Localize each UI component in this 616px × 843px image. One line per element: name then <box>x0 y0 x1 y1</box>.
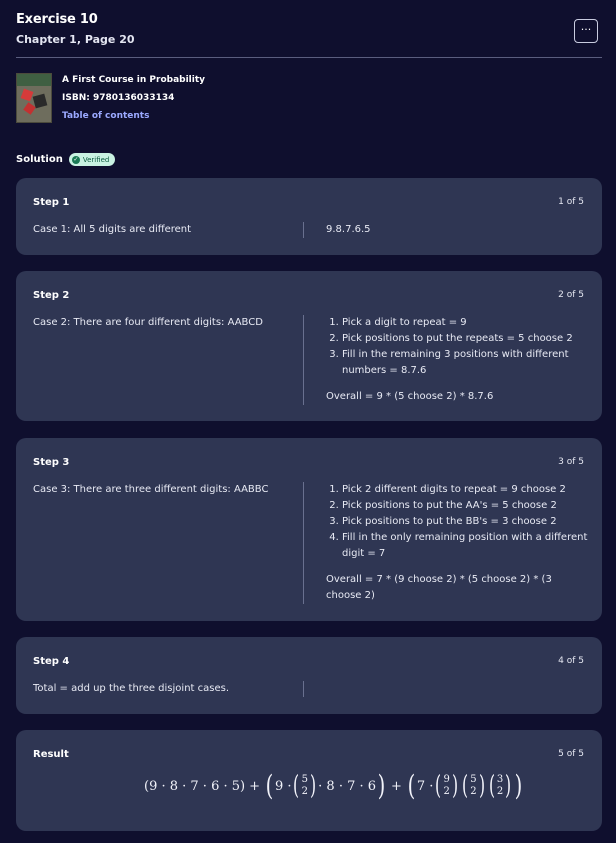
list-item: Fill in the only remaining position with… <box>342 530 588 562</box>
list-item: Fill in the remaining 3 positions with d… <box>342 347 588 379</box>
header-divider <box>16 57 602 58</box>
step-explanation: Pick 2 different digits to repeat = 9 ch… <box>326 482 588 604</box>
step-label: Step 2 <box>33 290 70 301</box>
step-counter: 4 of 5 <box>558 656 584 666</box>
binomial-9-2: ( 9 2 ) <box>435 771 459 801</box>
verified-badge: ✓ Verified <box>68 153 116 166</box>
step-counter: 1 of 5 <box>558 197 584 207</box>
step-counter: 3 of 5 <box>558 457 584 467</box>
solution-label: Solution <box>16 154 63 165</box>
step-list: Pick 2 different digits to repeat = 9 ch… <box>326 482 588 562</box>
list-item: Pick positions to put the AA's = 5 choos… <box>342 498 588 514</box>
column-divider <box>303 482 304 604</box>
result-label: Result <box>33 749 69 760</box>
step-card-4: Step 4 4 of 5 Total = add up the three d… <box>16 637 602 714</box>
page-subtitle: Chapter 1, Page 20 <box>16 33 135 46</box>
step-counter: 2 of 5 <box>558 290 584 300</box>
plus-sign: + <box>249 778 260 794</box>
binomial-5-2: ( 5 2 ) <box>462 771 485 801</box>
book-info-block: A First Course in Probability ISBN: 9780… <box>16 73 205 123</box>
step-card-2: Step 2 2 of 5 Case 2: There are four dif… <box>16 271 602 421</box>
verified-label: Verified <box>82 155 110 164</box>
step-card-3: Step 3 3 of 5 Case 3: There are three di… <box>16 438 602 621</box>
binom-top: 5 <box>470 774 477 785</box>
step-label: Step 1 <box>33 197 70 208</box>
exercise-header: Exercise 10 Chapter 1, Page 20 ··· <box>16 12 598 46</box>
binomial-5-2: ( 5 2 ) <box>293 771 317 801</box>
step-explanation: Pick a digit to repeat = 9 Pick position… <box>326 315 588 405</box>
result-card: Result 5 of 5 (9 · 8 · 7 · 6 · 5) + ( 9 … <box>16 730 602 831</box>
binom-bottom: 2 <box>470 786 477 797</box>
step-label: Step 3 <box>33 457 70 468</box>
book-cover-image[interactable] <box>16 73 52 123</box>
formula-term-2-prefix: 9 · <box>274 778 292 794</box>
step-description: Case 2: There are four different digits:… <box>33 317 263 328</box>
list-item: Pick a digit to repeat = 9 <box>342 315 588 331</box>
check-icon: ✓ <box>71 155 80 164</box>
binom-top: 9 <box>443 774 450 785</box>
result-counter: 5 of 5 <box>558 749 584 759</box>
formula-term-2-suffix: · 8 · 7 · 6 <box>318 778 377 794</box>
binom-bottom: 2 <box>496 786 504 797</box>
left-paren: ( <box>407 769 416 802</box>
formula-term-3-prefix: 7 · <box>416 778 434 794</box>
more-options-button[interactable]: ··· <box>574 19 598 43</box>
step-list: Pick a digit to repeat = 9 Pick position… <box>326 315 588 379</box>
right-paren: ) <box>515 769 523 802</box>
left-paren: ( <box>265 769 274 802</box>
step-description: Case 1: All 5 digits are different <box>33 224 192 235</box>
page-title: Exercise 10 <box>16 12 98 27</box>
book-isbn: ISBN: 9780136033134 <box>62 93 175 103</box>
solution-heading: Solution ✓ Verified <box>16 153 116 166</box>
result-formula: (9 · 8 · 7 · 6 · 5) + ( 9 · ( 5 2 ) · 8 … <box>144 772 524 800</box>
list-item: Pick 2 different digits to repeat = 9 ch… <box>342 482 588 498</box>
column-divider <box>303 681 304 697</box>
list-item: Pick positions to put the BB's = 3 choos… <box>342 514 588 530</box>
step-overall: Overall = 9 * (5 choose 2) * 8.7.6 <box>326 391 494 402</box>
right-paren: ) <box>377 769 386 802</box>
binom-bottom: 2 <box>443 786 450 797</box>
formula-term-1: (9 · 8 · 7 · 6 · 5) <box>144 778 246 794</box>
binom-top: 3 <box>496 774 504 785</box>
step-overall: Overall = 7 * (9 choose 2) * (5 choose 2… <box>326 574 552 601</box>
step-label: Step 4 <box>33 656 70 667</box>
step-description: Case 3: There are three different digits… <box>33 484 269 495</box>
plus-sign: + <box>390 778 402 794</box>
step-description: Total = add up the three disjoint cases. <box>33 683 230 694</box>
table-of-contents-link[interactable]: Table of contents <box>62 111 205 121</box>
step-explanation: 9.8.7.6.5 <box>326 224 371 235</box>
binomial-3-2: ( 3 2 ) <box>488 771 512 801</box>
binom-bottom: 2 <box>301 786 309 797</box>
column-divider <box>303 315 304 405</box>
list-item: Pick positions to put the repeats = 5 ch… <box>342 331 588 347</box>
book-title[interactable]: A First Course in Probability <box>62 75 205 85</box>
step-card-1: Step 1 1 of 5 Case 1: All 5 digits are d… <box>16 178 602 255</box>
binom-top: 5 <box>301 774 309 785</box>
column-divider <box>303 222 304 238</box>
